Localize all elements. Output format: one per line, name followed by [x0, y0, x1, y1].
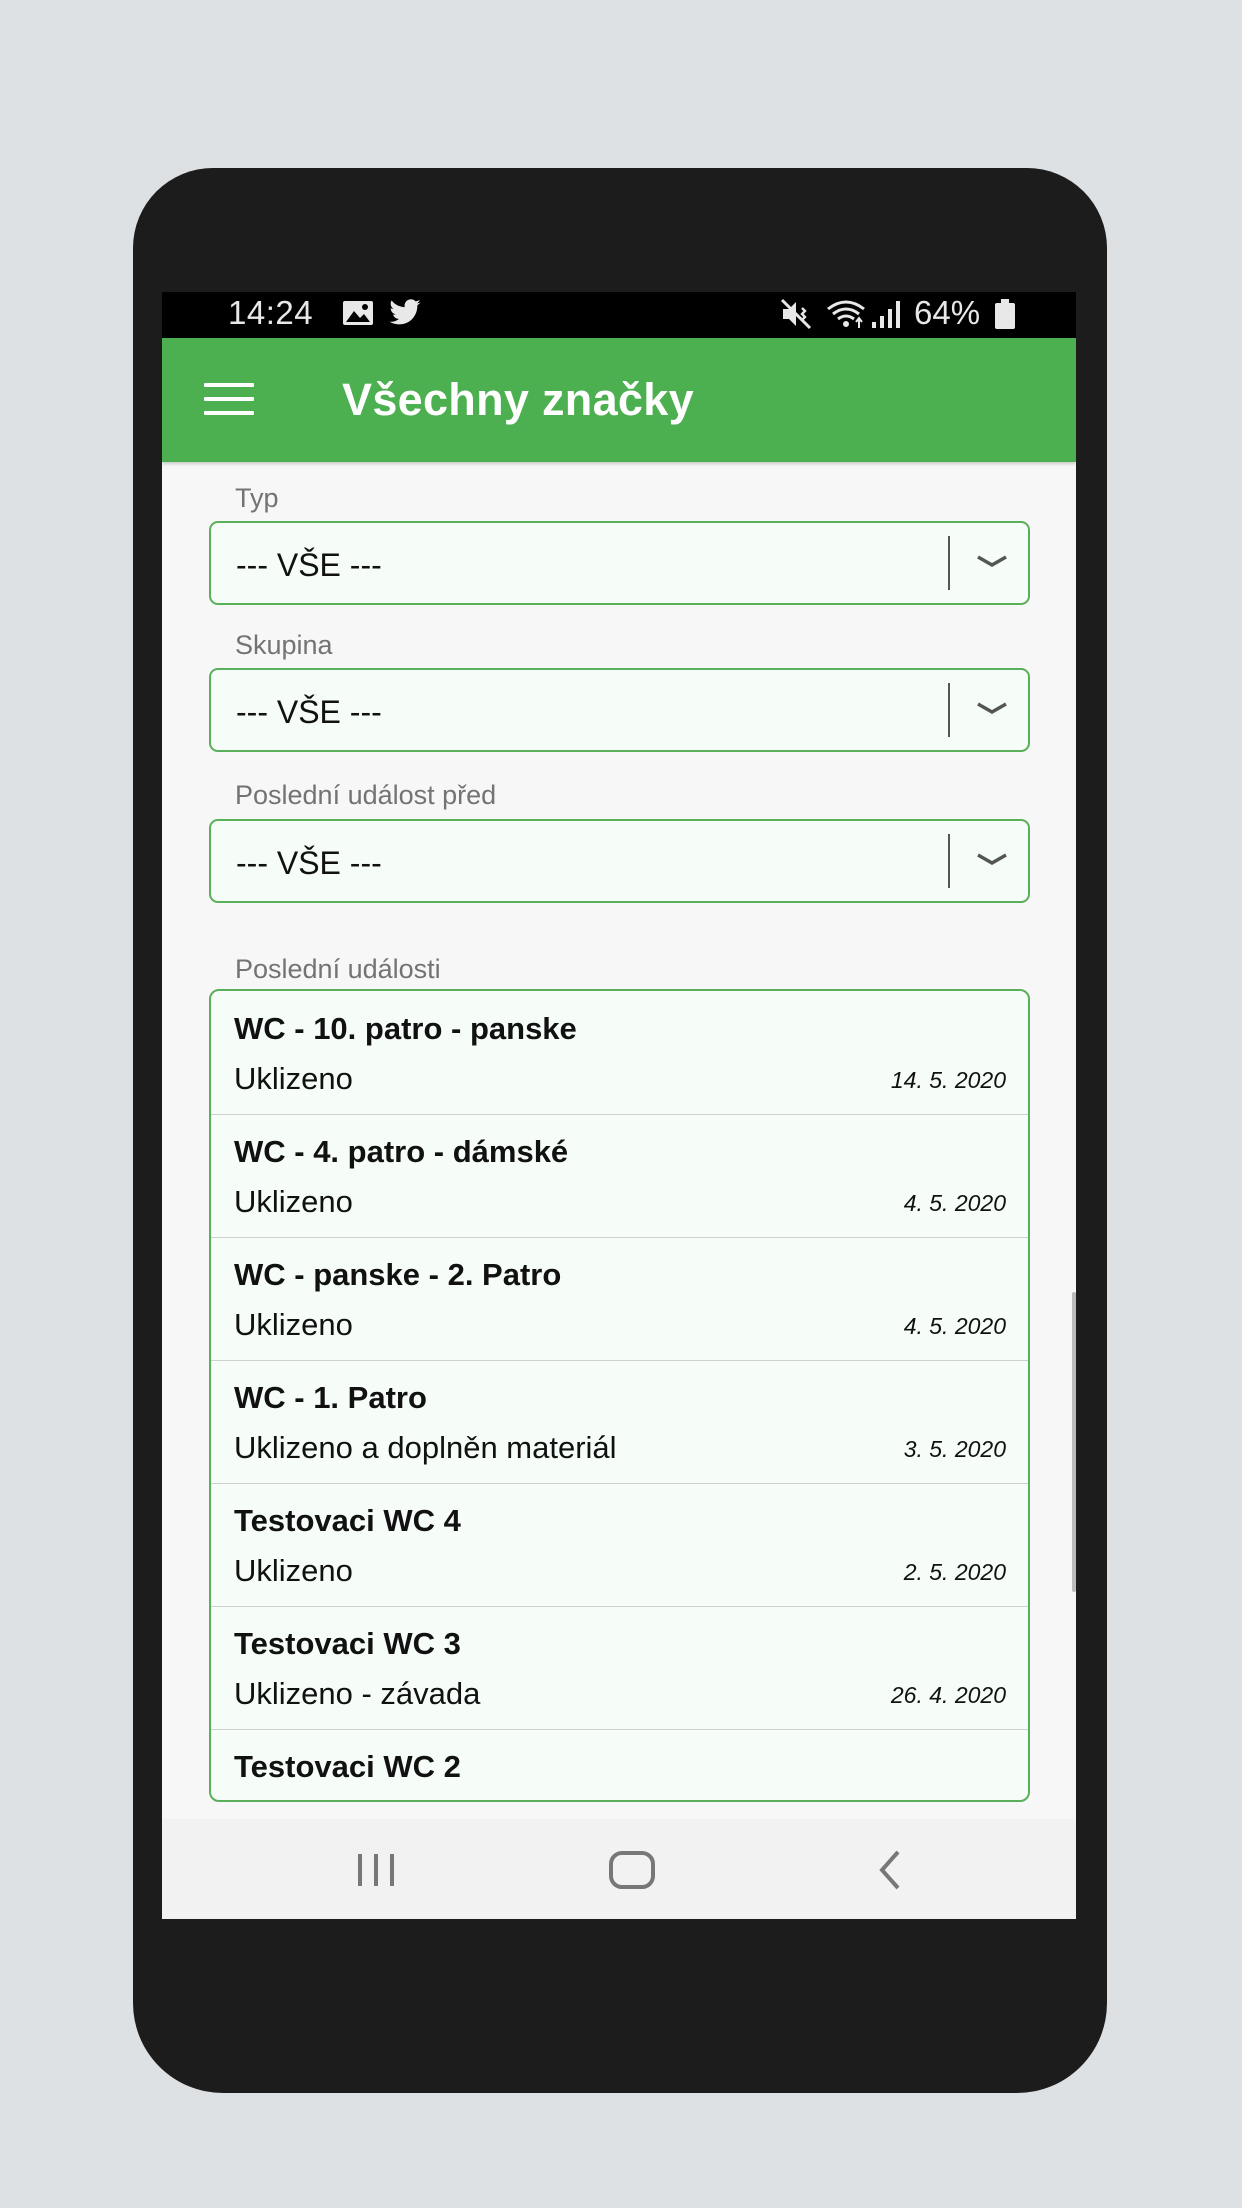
home-icon[interactable] — [602, 1844, 662, 1894]
list-item[interactable]: Testovaci WC 3 Uklizeno - závada 26. 4. … — [211, 1606, 1028, 1730]
event-name: WC - 10. patro - panske — [234, 1011, 577, 1046]
scrollbar[interactable] — [1072, 1292, 1076, 1592]
list-item[interactable]: Testovaci WC 2 — [211, 1729, 1028, 1800]
type-filter-value: --- VŠE --- — [236, 547, 382, 583]
chevron-down-icon — [977, 702, 1007, 715]
event-date: 26. 4. 2020 — [890, 1682, 1006, 1708]
event-date: 14. 5. 2020 — [890, 1067, 1006, 1093]
mute-icon — [780, 298, 812, 330]
event-status: Uklizeno — [234, 1061, 353, 1096]
select-divider — [948, 683, 950, 737]
event-name: WC - 4. patro - dámské — [234, 1134, 569, 1169]
page-title: Všechny značky — [342, 374, 694, 425]
event-name: WC - 1. Patro — [234, 1380, 427, 1415]
event-date: 3. 5. 2020 — [903, 1436, 1006, 1462]
group-filter-label: Skupina — [235, 630, 333, 660]
events-list[interactable]: WC - 10. patro - panske Uklizeno 14. 5. … — [209, 989, 1030, 1802]
event-status: Uklizeno - závada — [234, 1676, 481, 1711]
list-item[interactable]: WC - 1. Patro Uklizeno a doplněn materiá… — [211, 1360, 1028, 1484]
list-item[interactable]: WC - 10. patro - panske Uklizeno 14. 5. … — [211, 991, 1028, 1115]
chevron-down-icon — [977, 853, 1007, 866]
back-icon[interactable] — [860, 1844, 920, 1894]
status-bar: 14:24 64% — [162, 292, 1076, 338]
list-item[interactable]: WC - panske - 2. Patro Uklizeno 4. 5. 20… — [211, 1237, 1028, 1361]
event-status: Uklizeno a doplněn materiál — [234, 1430, 617, 1465]
chevron-down-icon — [977, 555, 1007, 568]
events-list-label: Poslední události — [235, 954, 441, 984]
signal-icon — [872, 301, 900, 328]
battery-level: 64% — [914, 294, 981, 331]
group-filter-value: --- VŠE --- — [236, 694, 382, 730]
select-divider — [948, 834, 950, 888]
event-status: Uklizeno — [234, 1184, 353, 1219]
event-status: Uklizeno — [234, 1553, 353, 1588]
app-screen: 14:24 64% Všechny značky Typ --- VŠE ---… — [162, 292, 1076, 1919]
list-item[interactable]: Testovaci WC 4 Uklizeno 2. 5. 2020 — [211, 1483, 1028, 1607]
type-filter-select[interactable]: --- VŠE --- — [209, 521, 1030, 605]
app-bar: Všechny značky — [162, 338, 1076, 462]
twitter-icon — [389, 299, 421, 325]
select-divider — [948, 536, 950, 590]
event-date: 4. 5. 2020 — [903, 1190, 1006, 1216]
event-name: Testovaci WC 3 — [234, 1626, 461, 1661]
battery-icon — [995, 299, 1015, 329]
system-nav-bar — [162, 1819, 1076, 1919]
event-name: WC - panske - 2. Patro — [234, 1257, 562, 1292]
last-event-filter-label: Poslední událost před — [235, 780, 497, 810]
event-status: Uklizeno — [234, 1307, 353, 1342]
type-filter-label: Typ — [235, 483, 279, 513]
event-date: 2. 5. 2020 — [903, 1559, 1006, 1585]
wifi-icon — [827, 300, 865, 328]
list-item[interactable]: WC - 4. patro - dámské Uklizeno 4. 5. 20… — [211, 1114, 1028, 1238]
group-filter-select[interactable]: --- VŠE --- — [209, 668, 1030, 752]
event-name: Testovaci WC 4 — [234, 1503, 461, 1538]
status-time: 14:24 — [228, 294, 314, 331]
last-event-filter-value: --- VŠE --- — [236, 845, 382, 881]
last-event-filter-select[interactable]: --- VŠE --- — [209, 819, 1030, 903]
event-date: 4. 5. 2020 — [903, 1313, 1006, 1339]
event-name: Testovaci WC 2 — [234, 1749, 461, 1784]
image-icon — [343, 301, 373, 325]
recents-icon[interactable] — [346, 1844, 406, 1894]
menu-icon[interactable] — [204, 381, 254, 417]
